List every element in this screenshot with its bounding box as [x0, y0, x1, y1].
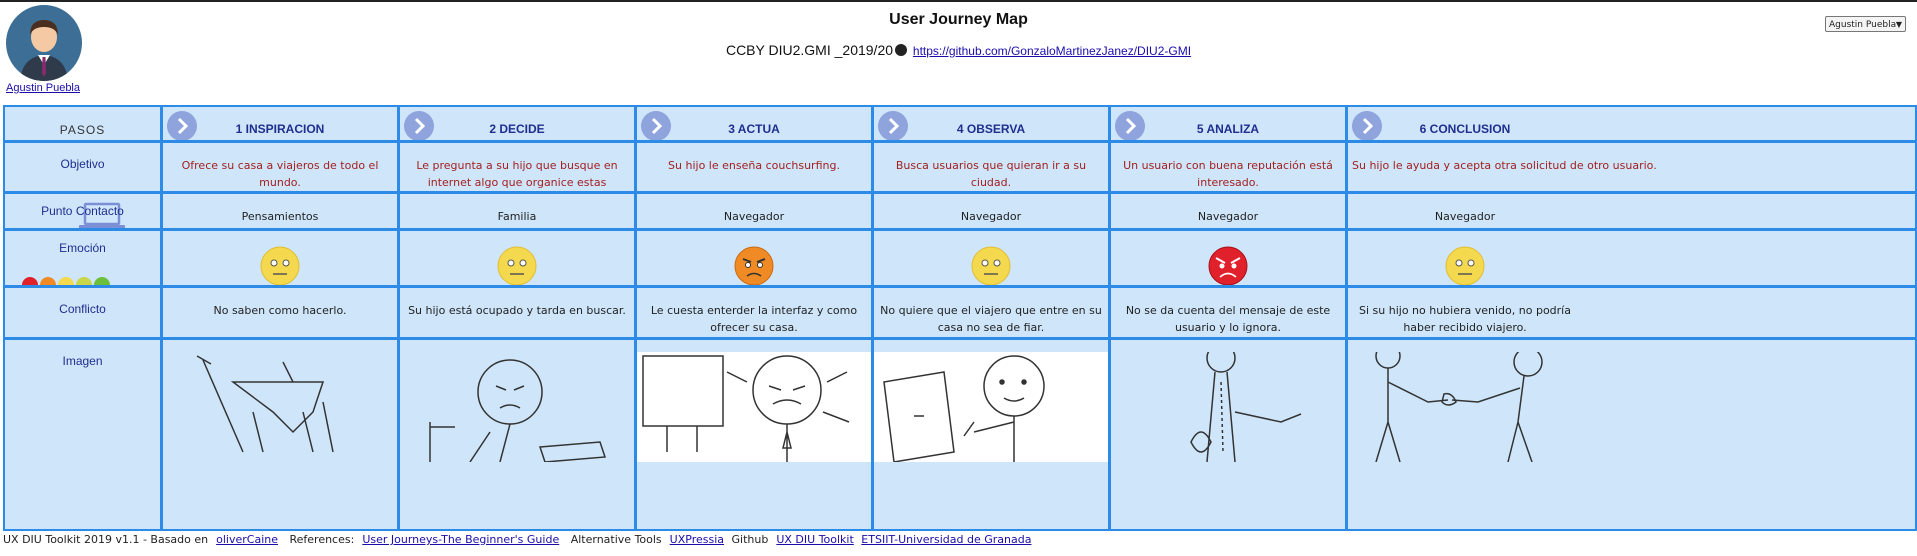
sketch-image: [1111, 352, 1345, 462]
sketch-image: [163, 352, 397, 462]
row-label-touchpoint-cell: Punto Contacto: [5, 194, 160, 228]
step-image: [637, 340, 871, 529]
step-conflict: Le cuesta enterder la interfaz y como of…: [637, 288, 871, 337]
emotion-scale-legend: [22, 277, 110, 285]
page-title: User Journey Map: [889, 11, 1028, 28]
footer: UX DIU Toolkit 2019 v1.1 - Basado en oliv…: [3, 533, 1917, 546]
sketch-image: [400, 352, 634, 462]
footer-github-label: Github: [731, 533, 769, 546]
step-title: 4 OBSERVA: [956, 122, 1026, 136]
step-header-1: 1 INSPIRACION: [163, 107, 397, 140]
step-touchpoint: Navegador: [1434, 210, 1496, 223]
footer-alt-link[interactable]: UXPressia: [670, 533, 724, 546]
footer-github-link[interactable]: UX DIU Toolkit: [776, 533, 853, 546]
sketch-image: [874, 352, 1108, 462]
chevron-right-icon[interactable]: [878, 111, 908, 140]
step-goal: Su hijo le ayuda y acepta otra solicitud…: [1348, 143, 1915, 191]
angry-face-icon: [1208, 246, 1248, 285]
step-touchpoint: Pensamientos: [163, 194, 397, 228]
step-header-4: 4 OBSERVA: [874, 107, 1108, 140]
row-label-conflict: Conflicto: [5, 288, 160, 337]
chevron-right-icon[interactable]: [404, 111, 434, 140]
chevron-right-icon[interactable]: [1115, 111, 1145, 140]
step-header-5: 5 ANALIZA: [1111, 107, 1345, 140]
step-image: [1111, 340, 1345, 529]
step-goal: Busca usuarios que quieran ir a su ciuda…: [874, 143, 1108, 191]
chevron-right-icon[interactable]: [167, 111, 197, 140]
row-label-steps: PASOS: [5, 107, 160, 140]
step-touchpoint: Familia: [400, 194, 634, 228]
step-title: 1 INSPIRACION: [235, 122, 325, 136]
chevron-right-icon[interactable]: [641, 111, 671, 140]
step-goal: Su hijo le enseña couchsurfing.: [637, 143, 871, 191]
chevron-down-icon: ▼: [1895, 20, 1902, 29]
step-conflict: No se da cuenta del mensaje de este usua…: [1111, 288, 1345, 337]
user-select[interactable]: Agustin Puebla ▼: [1825, 16, 1906, 32]
step-goal: Ofrece su casa a viajeros de todo el mun…: [163, 143, 397, 191]
footer-alt-label: Alternative Tools: [570, 533, 662, 546]
row-label-emotion-cell: Emoción: [5, 231, 160, 285]
step-emotion: [637, 231, 871, 285]
sketch-image: [637, 352, 871, 462]
license-text: DIU2.GMI _2019/20: [768, 42, 894, 58]
step-title: 5 ANALIZA: [1196, 122, 1260, 136]
row-label-touchpoint: Punto Contacto: [41, 204, 124, 218]
user-name-link[interactable]: Agustin Puebla: [6, 82, 80, 94]
step-emotion: [874, 231, 1108, 285]
user-select-value: Agustin Puebla: [1829, 20, 1897, 30]
step-header-3: 3 ACTUA: [637, 107, 871, 140]
step-emotion: [1348, 231, 1915, 285]
step-touchpoint: Navegador: [1111, 194, 1345, 228]
footer-based-link[interactable]: oliverCaine: [216, 533, 278, 546]
footer-refs-link[interactable]: User Journeys-The Beginner's Guide: [362, 533, 559, 546]
footer-refs-label: References:: [289, 533, 355, 546]
license-prefix: CCBY: [725, 42, 765, 58]
step-emotion: [400, 231, 634, 285]
step-conflict: Si su hijo no hubiera venido, no podría …: [1359, 304, 1571, 334]
neutral-face-icon: [971, 246, 1011, 285]
footer-toolkit-text: UX DIU Toolkit 2019 v1.1 - Basado en: [3, 533, 209, 546]
sketch-image: [1348, 352, 1582, 462]
annoyed-face-icon: [734, 246, 774, 285]
footer-org-link[interactable]: ETSIIT-Universidad de Granada: [861, 533, 1031, 546]
step-conflict-cell: Si su hijo no hubiera venido, no podría …: [1348, 288, 1915, 337]
step-goal: Un usuario con buena reputación está int…: [1111, 143, 1345, 191]
step-touchpoint-cell: Navegador: [1348, 194, 1915, 228]
step-header-6: 6 CONCLUSION: [1348, 107, 1915, 140]
step-emotion: [1111, 231, 1345, 285]
chevron-right-icon[interactable]: [1352, 111, 1382, 140]
step-image: [400, 340, 634, 529]
step-image: [1348, 340, 1915, 529]
step-header-2: 2 DECIDE: [400, 107, 634, 140]
step-conflict: No quiere que el viajero que entre en su…: [874, 288, 1108, 337]
step-title: 6 CONCLUSION: [1419, 122, 1511, 136]
repo-link[interactable]: https://github.com/GonzaloMartinezJanez/…: [913, 44, 1191, 58]
journey-grid: PASOS Objetivo Punto Contacto Emoción Co…: [3, 105, 1917, 531]
step-emotion: [163, 231, 397, 285]
row-label-goal: Objetivo: [5, 143, 160, 191]
github-icon: [895, 44, 908, 56]
top-border: [0, 0, 1917, 2]
step-goal: Le pregunta a su hijo que busque en inte…: [400, 143, 634, 191]
step-conflict: No saben como hacerlo.: [163, 288, 397, 337]
neutral-face-icon: [260, 246, 300, 285]
step-conflict: Su hijo está ocupado y tarda en buscar.: [400, 288, 634, 337]
license-line: CCBY DIU2.GMI _2019/20 https://github.co…: [0, 42, 1917, 58]
step-image: [874, 340, 1108, 529]
step-image: [163, 340, 397, 529]
row-label-image: Imagen: [5, 340, 160, 529]
step-title: 3 ACTUA: [728, 122, 780, 136]
neutral-face-icon: [1445, 246, 1485, 285]
step-touchpoint: Navegador: [637, 194, 871, 228]
neutral-face-icon: [497, 246, 537, 285]
row-label-emotion: Emoción: [59, 241, 106, 255]
step-touchpoint: Navegador: [874, 194, 1108, 228]
step-title: 2 DECIDE: [489, 122, 545, 136]
